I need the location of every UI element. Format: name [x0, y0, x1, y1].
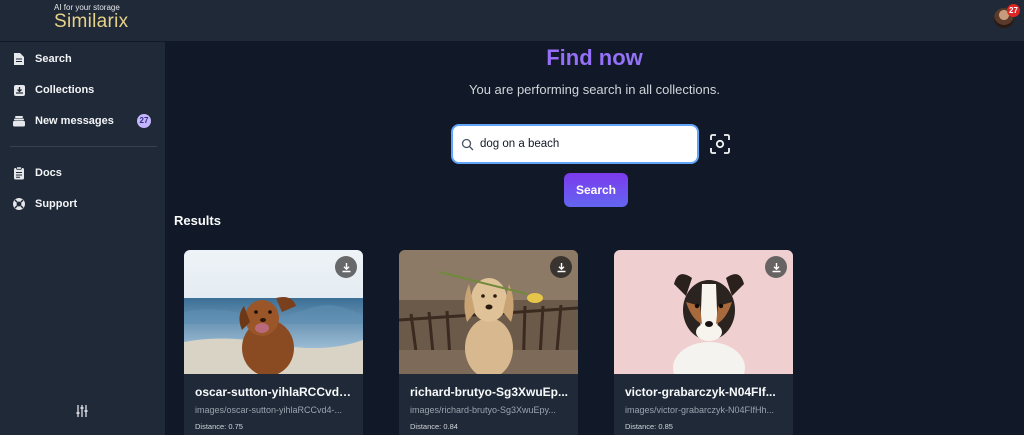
top-bar: AI for your storage Similarix 27: [0, 0, 1024, 42]
page-title: Find now: [165, 45, 1024, 71]
brand-name: Similarix: [54, 11, 129, 32]
result-image[interactable]: [184, 250, 363, 374]
camera-scan-icon: [709, 134, 731, 159]
search-icon: [461, 138, 474, 151]
inbox-icon: [12, 83, 26, 97]
result-card[interactable]: oscar-sutton-yihlaRCCvd4... images/oscar…: [184, 250, 363, 435]
sidebar-item-docs[interactable]: Docs: [12, 162, 157, 184]
result-title: richard-brutyo-Sg3XwuEp...: [410, 385, 569, 399]
result-image[interactable]: [399, 250, 578, 374]
results-heading: Results: [174, 213, 221, 228]
download-button[interactable]: [335, 256, 357, 278]
result-title: victor-grabarczyk-N04FIf...: [625, 385, 776, 399]
sidebar-item-label: Docs: [35, 167, 62, 179]
image-search-button[interactable]: [709, 133, 731, 155]
download-icon: [772, 262, 780, 272]
sidebar-item-search[interactable]: Search: [12, 48, 157, 70]
result-image[interactable]: [614, 250, 793, 374]
result-path: images/victor-grabarczyk-N04FIfHh...: [625, 405, 775, 415]
brand-logo[interactable]: AI for your storage Similarix: [54, 3, 128, 32]
document-icon: [12, 52, 26, 66]
sliders-icon[interactable]: [74, 403, 90, 419]
sidebar-item-label: Support: [35, 198, 78, 210]
sidebar-item-label: Search: [35, 53, 72, 65]
search-input[interactable]: [480, 138, 680, 150]
main-content: Find now You are performing search in al…: [165, 42, 1024, 435]
sidebar-item-label: New messages: [35, 115, 114, 127]
mail-stack-icon: [12, 114, 26, 128]
sidebar-item-collections[interactable]: Collections: [12, 79, 157, 101]
result-title: oscar-sutton-yihlaRCCvd4...: [195, 385, 355, 399]
sidebar: Search Collections New messages 27 Docs …: [0, 42, 165, 435]
result-path: images/richard-brutyo-Sg3XwuEpy...: [410, 405, 556, 415]
download-icon: [557, 262, 565, 272]
result-path: images/oscar-sutton-yihlaRCCvd4-...: [195, 405, 343, 415]
sidebar-item-support[interactable]: Support: [12, 193, 157, 215]
search-button[interactable]: Search: [564, 173, 628, 207]
search-box[interactable]: [451, 124, 699, 164]
result-distance: Distance: 0.85: [625, 422, 673, 431]
clipboard-icon: [12, 166, 26, 180]
page-subtitle: You are performing search in all collect…: [469, 82, 720, 97]
result-card[interactable]: richard-brutyo-Sg3XwuEp... images/richar…: [399, 250, 578, 435]
download-button[interactable]: [765, 256, 787, 278]
download-icon: [342, 262, 350, 272]
sidebar-item-new-messages[interactable]: New messages 27: [12, 110, 157, 132]
notification-badge: 27: [1007, 4, 1020, 17]
result-distance: Distance: 0.75: [195, 422, 243, 431]
sidebar-divider: [10, 146, 157, 147]
lifebuoy-icon: [12, 197, 26, 211]
sidebar-item-label: Collections: [35, 84, 95, 96]
result-card[interactable]: victor-grabarczyk-N04FIf... images/victo…: [614, 250, 793, 435]
download-button[interactable]: [550, 256, 572, 278]
result-distance: Distance: 0.84: [410, 422, 458, 431]
messages-count-badge: 27: [137, 114, 151, 128]
